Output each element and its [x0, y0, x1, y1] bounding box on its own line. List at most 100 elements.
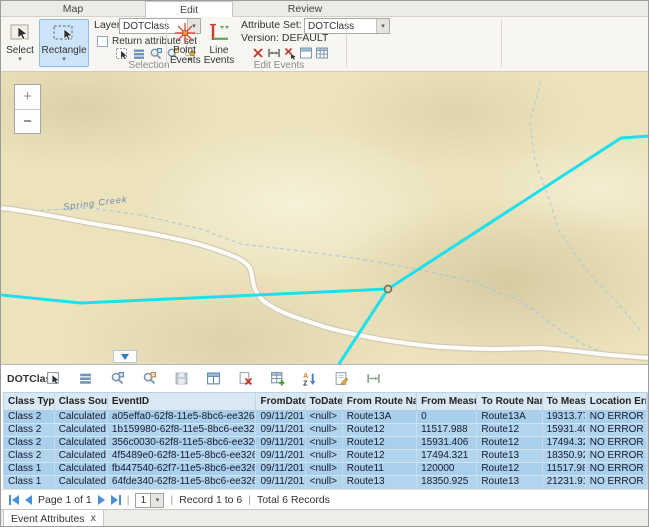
selection-list-icon[interactable] [131, 46, 146, 61]
page-number-value[interactable]: 1 [135, 493, 151, 508]
map-layers [1, 72, 649, 364]
total-records-label: Total 6 Records [257, 494, 330, 506]
column-header[interactable]: EventID [107, 393, 256, 410]
column-header[interactable]: FromDate [256, 393, 305, 410]
point-events-label-2: Events [170, 56, 199, 66]
table-cell: Route12 [477, 423, 542, 436]
table-cell: Calculated [54, 423, 107, 436]
collapse-arrow-icon [121, 354, 129, 360]
table-row[interactable]: Class 2Calculated356c0030-62f8-11e5-8bc6… [4, 436, 647, 449]
table-cell: 19313.774 [542, 410, 585, 423]
table-row[interactable]: Class 2Calculated1b159980-62f8-11e5-8bc6… [4, 423, 647, 436]
table-cell: <null> [305, 475, 342, 488]
route-line-west[interactable] [1, 289, 388, 303]
column-header[interactable]: From Route Name [342, 393, 416, 410]
table-cell: <null> [305, 462, 342, 475]
panel-toolbar: DOTClass [1, 365, 649, 392]
table-cell: <null> [305, 436, 342, 449]
show-selected-icon[interactable] [77, 370, 94, 387]
return-attribute-set-checkbox[interactable] [97, 36, 108, 47]
save-icon[interactable] [173, 370, 190, 387]
ribbon-divider [166, 19, 167, 67]
table-cell: 15931.406 [542, 423, 585, 436]
table-cell: NO ERROR [585, 475, 646, 488]
table-cell: 09/11/2015 [256, 449, 305, 462]
pagination-separator: | [248, 494, 251, 506]
table-cell: 09/11/2015 [256, 423, 305, 436]
table-cell: 09/11/2015 [256, 462, 305, 475]
panel-collapse-button[interactable] [113, 350, 137, 363]
table-cell: 21231.919 [542, 475, 585, 488]
route-junction-vertex[interactable] [385, 286, 392, 293]
point-events-button[interactable]: Point Events [169, 19, 200, 67]
table-cell: Route13A [342, 410, 416, 423]
table-cell: 17494.321 [542, 436, 585, 449]
table-cell: NO ERROR [585, 423, 646, 436]
line-events-button[interactable]: Line Events [202, 19, 236, 67]
route-line-northeast[interactable] [388, 136, 649, 289]
table-cell: NO ERROR [585, 462, 646, 475]
table-cell: Route13 [477, 449, 542, 462]
tab-review[interactable]: Review [261, 1, 349, 17]
table-cell: Route12 [342, 449, 416, 462]
pan-to-record-icon[interactable] [141, 370, 158, 387]
column-header[interactable]: Location Error [585, 393, 646, 410]
zoom-to-record-icon[interactable] [109, 370, 126, 387]
select-records-icon[interactable] [45, 370, 62, 387]
last-page-button[interactable] [111, 495, 121, 505]
edit-record-icon[interactable] [333, 370, 350, 387]
table-cell: Calculated [54, 436, 107, 449]
snap-event-icon[interactable] [282, 45, 297, 60]
zoom-out-button[interactable]: − [15, 109, 40, 133]
select-tool-icon [5, 20, 35, 46]
close-tab-icon[interactable]: x [91, 514, 97, 524]
zoom-to-selection-icon[interactable] [148, 46, 163, 61]
zoom-in-button[interactable]: + [15, 85, 40, 109]
column-header[interactable]: Class Type [4, 393, 54, 410]
attribute-set-dropdown-arrow-icon[interactable]: ▾ [376, 19, 389, 33]
page-count-label: Page 1 of 1 [38, 494, 92, 506]
table-row[interactable]: Class 1Calculatedfb447540-62f7-11e5-8bc6… [4, 462, 647, 475]
page-number-input[interactable]: 1 ▾ [135, 493, 164, 508]
table-cell: Class 2 [4, 436, 54, 449]
table-row[interactable]: Class 2Calculateda05effa0-62f8-11e5-8bc6… [4, 410, 647, 423]
select-tool-label: Select [5, 46, 35, 56]
column-header[interactable]: Class Source [54, 393, 107, 410]
creek-line [530, 81, 641, 331]
edit-events-group-label: Edit Events [244, 60, 314, 71]
measure-record-icon[interactable] [365, 370, 382, 387]
column-header[interactable]: ToDate [305, 393, 342, 410]
attributes-window-icon[interactable] [298, 45, 313, 60]
select-by-rectangle-icon[interactable] [114, 46, 129, 61]
table-cell: Route11 [342, 462, 416, 475]
delete-record-icon[interactable] [237, 370, 254, 387]
attribute-table-icon[interactable] [314, 45, 329, 60]
column-header[interactable]: From Measure [417, 393, 477, 410]
table-cell: Class 2 [4, 410, 54, 423]
split-event-icon[interactable] [250, 45, 265, 60]
add-record-icon[interactable] [269, 370, 286, 387]
route-line-south[interactable] [337, 289, 388, 364]
table-cell: 4f5489e0-62f8-11e5-8bc6-ee32641d5ec9 [107, 449, 256, 462]
previous-page-button[interactable] [25, 495, 32, 505]
next-page-button[interactable] [98, 495, 105, 505]
column-header[interactable]: To Measure [542, 393, 585, 410]
event-attributes-tab[interactable]: Event Attributes x [3, 510, 104, 527]
table-cell: Class 1 [4, 462, 54, 475]
sort-icon[interactable]: AZ [301, 370, 318, 387]
rectangle-tool-button[interactable]: Rectangle ▾ [39, 19, 89, 67]
measure-event-icon[interactable] [266, 45, 281, 60]
open-table-icon[interactable] [205, 370, 222, 387]
tab-map[interactable]: Map [29, 1, 117, 17]
table-row[interactable]: Class 1Calculated64fde340-62f8-11e5-8bc6… [4, 475, 647, 488]
table-row[interactable]: Class 2Calculated4f5489e0-62f8-11e5-8bc6… [4, 449, 647, 462]
first-page-button[interactable] [9, 495, 19, 505]
map-canvas[interactable]: Spring Creek + − [1, 72, 649, 364]
table-cell: a05effa0-62f8-11e5-8bc6-ee32641d5ec9 [107, 410, 256, 423]
page-number-dropdown-icon[interactable]: ▾ [151, 493, 164, 508]
select-tool-button[interactable]: Select ▾ [4, 19, 36, 67]
column-header[interactable]: To Route Name [477, 393, 542, 410]
table-cell: NO ERROR [585, 410, 646, 423]
table-cell: <null> [305, 449, 342, 462]
tab-edit[interactable]: Edit [145, 1, 233, 18]
